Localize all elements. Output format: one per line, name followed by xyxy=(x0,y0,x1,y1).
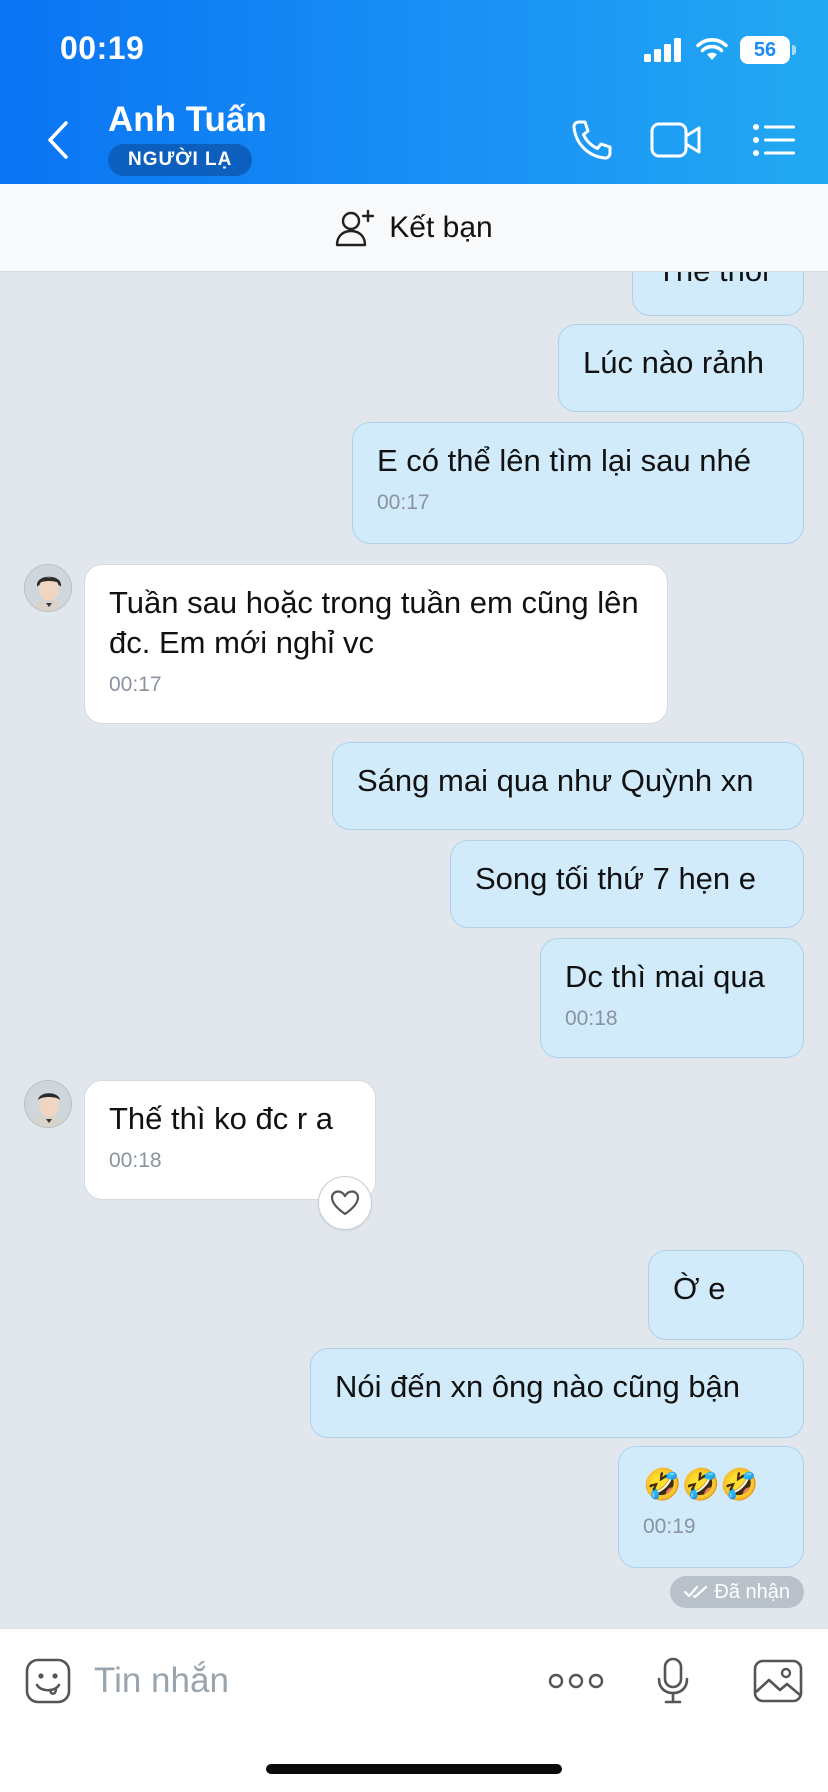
avatar-icon xyxy=(25,1081,71,1127)
wifi-icon xyxy=(696,38,728,60)
battery-indicator: 56 xyxy=(740,36,796,64)
delivery-status-badge: Đã nhận xyxy=(670,1576,804,1608)
home-indicator[interactable] xyxy=(266,1764,562,1774)
message-text: E có thể lên tìm lại sau nhé xyxy=(377,443,751,478)
video-call-icon xyxy=(650,122,701,158)
message-input[interactable] xyxy=(94,1653,524,1709)
menu-button[interactable] xyxy=(742,112,806,168)
contact-name[interactable]: Anh Tuấn xyxy=(108,100,267,140)
message-list[interactable]: Thế thôi Lúc nào rảnh E có thể lên tìm l… xyxy=(0,272,828,1628)
message-bubble[interactable]: Thế thôi xyxy=(632,272,804,316)
message-text: Lúc nào rảnh xyxy=(583,345,764,380)
message-bubble[interactable]: Lúc nào rảnh xyxy=(558,324,804,412)
menu-list-icon xyxy=(753,124,795,156)
message-bubble[interactable]: Dc thì mai qua 00:18 xyxy=(540,938,804,1058)
chat-header: 00:19 56 Anh Tuấn NGƯỜI LẠ xyxy=(0,0,828,184)
message-text: Song tối thứ 7 hẹn e xyxy=(475,861,757,896)
back-icon xyxy=(48,121,68,159)
sticker-button[interactable] xyxy=(20,1653,76,1709)
status-time: 00:19 xyxy=(60,30,145,66)
message-text: Thế thôi xyxy=(657,272,779,291)
message-text: Ờ e xyxy=(673,1271,726,1306)
add-friend-button[interactable]: Kết bạn xyxy=(0,184,828,272)
message-bubble[interactable]: E có thể lên tìm lại sau nhé 00:17 xyxy=(352,422,804,544)
message-text: Nói đến xn ông nào cũng bận xyxy=(335,1369,741,1404)
delivery-status-text: Đã nhận xyxy=(714,1580,790,1603)
video-call-button[interactable] xyxy=(644,112,708,168)
message-text: Thế thì ko đc r a xyxy=(109,1101,333,1136)
message-text: Tuần sau hoặc trong tuần em cũng lên đc.… xyxy=(109,585,639,660)
image-icon xyxy=(753,1659,803,1703)
add-friend-label: Kết bạn xyxy=(389,210,493,244)
double-check-icon xyxy=(684,1585,708,1599)
status-icons: 56 xyxy=(644,30,796,70)
avatar[interactable] xyxy=(24,1080,72,1128)
message-time: 00:18 xyxy=(109,1149,162,1172)
avatar[interactable] xyxy=(24,564,72,612)
voice-call-button[interactable] xyxy=(560,112,624,168)
message-time: 00:17 xyxy=(377,491,430,514)
message-text: Sáng mai qua như Quỳnh xn xyxy=(357,763,754,798)
add-friend-icon xyxy=(336,209,375,246)
voice-record-button[interactable] xyxy=(648,1653,698,1709)
message-bubble[interactable]: Sáng mai qua như Quỳnh xn xyxy=(332,742,804,830)
stranger-badge: NGƯỜI LẠ xyxy=(108,144,253,176)
message-text: Dc thì mai qua xyxy=(565,959,765,994)
microphone-icon xyxy=(657,1657,689,1704)
message-text: 🤣🤣🤣 xyxy=(643,1467,759,1502)
image-picker-button[interactable] xyxy=(748,1653,808,1709)
back-button[interactable] xyxy=(36,116,80,164)
more-options-icon xyxy=(548,1673,604,1689)
phone-icon xyxy=(572,120,612,160)
message-time: 00:17 xyxy=(109,673,162,696)
message-time: 00:19 xyxy=(643,1515,696,1538)
message-bubble[interactable]: Ờ e xyxy=(648,1250,804,1340)
signal-icon xyxy=(644,38,681,62)
heart-icon xyxy=(330,1190,360,1216)
react-heart-button[interactable] xyxy=(318,1176,372,1230)
sticker-icon xyxy=(25,1658,71,1704)
message-bubble[interactable]: 🤣🤣🤣 00:19 xyxy=(618,1446,804,1568)
message-bubble[interactable]: Tuần sau hoặc trong tuần em cũng lên đc.… xyxy=(84,564,668,724)
message-time: 00:18 xyxy=(565,1007,618,1030)
more-options-button[interactable] xyxy=(546,1653,606,1709)
avatar-icon xyxy=(25,565,71,611)
message-bubble[interactable]: Nói đến xn ông nào cũng bận xyxy=(310,1348,804,1438)
message-bubble[interactable]: Song tối thứ 7 hẹn e xyxy=(450,840,804,928)
